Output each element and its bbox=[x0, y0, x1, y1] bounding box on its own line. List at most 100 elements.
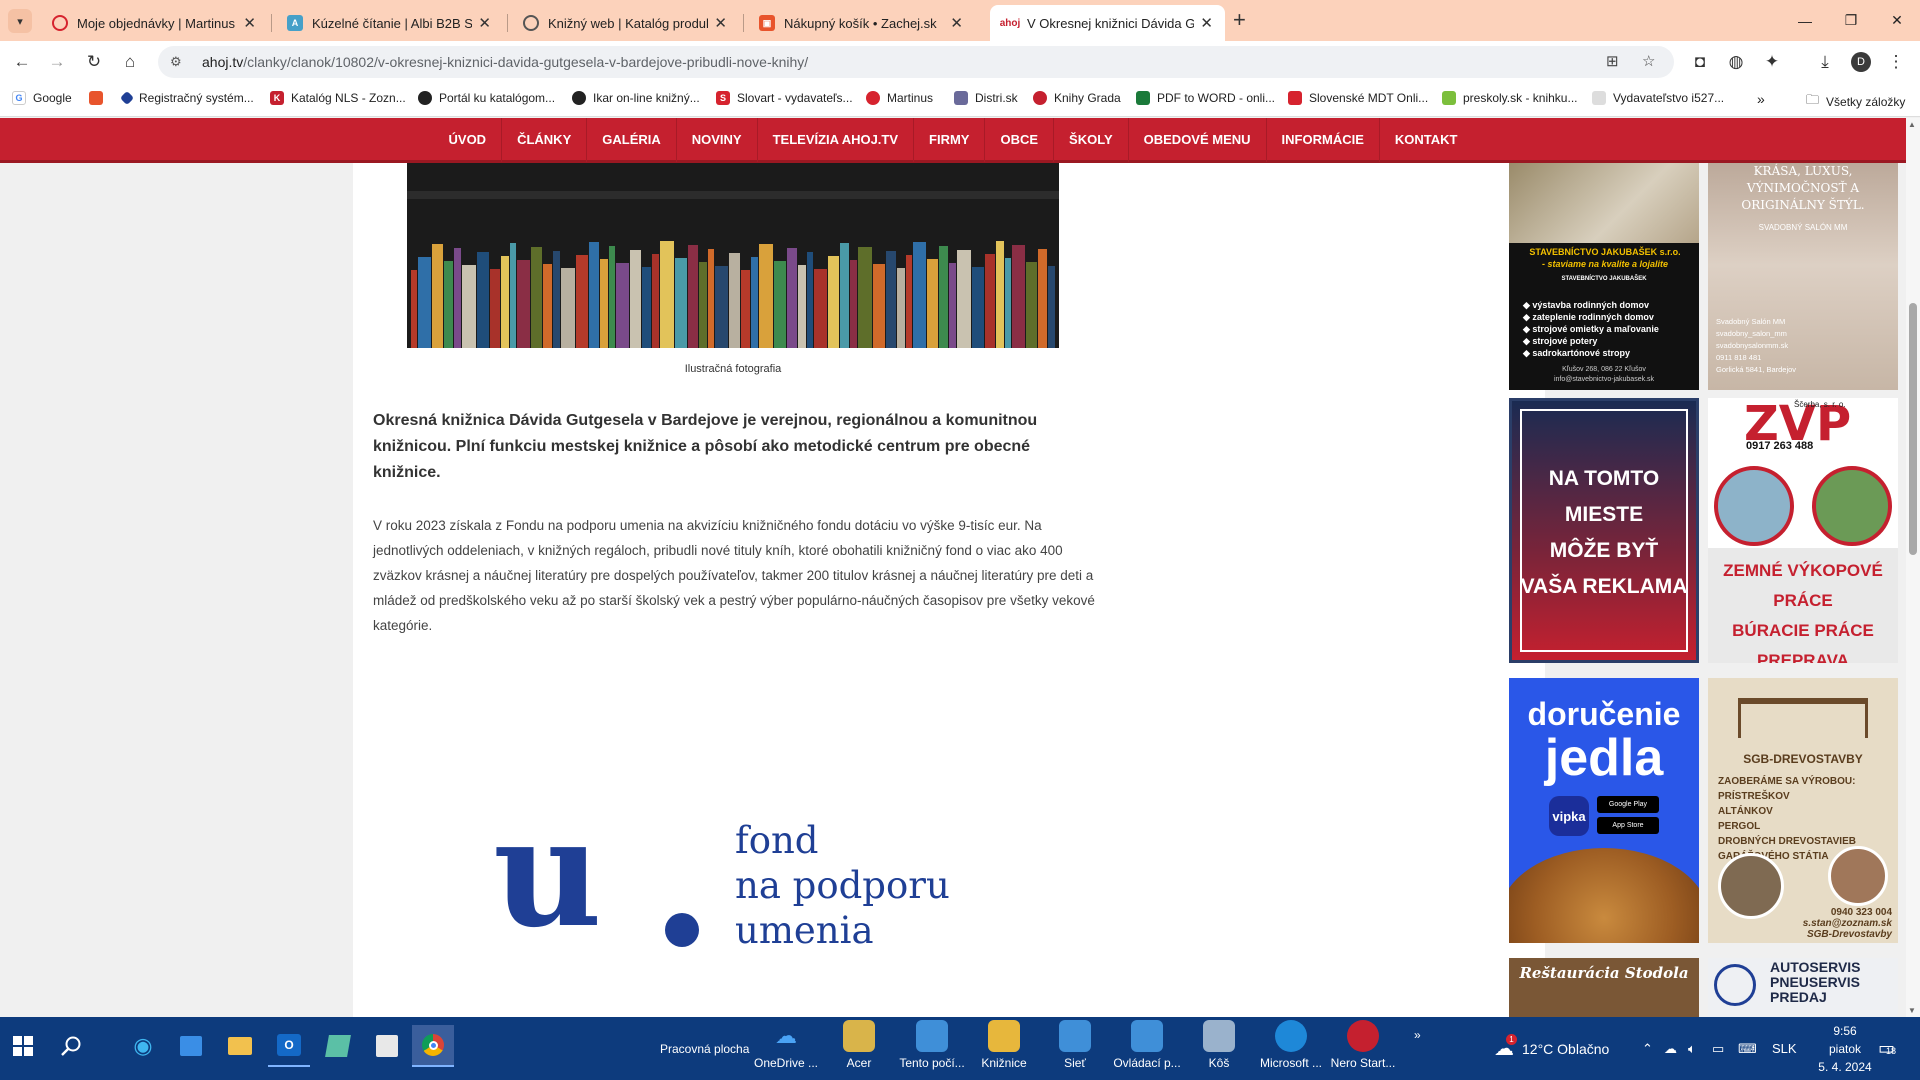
volume-icon[interactable]: 🔈︎ bbox=[1688, 1017, 1696, 1080]
bookmark-google[interactable]: G Google bbox=[12, 91, 72, 105]
ad-autoservis[interactable]: AUTOSERVIS PNEUSERVIS PREDAJ bbox=[1708, 958, 1898, 1017]
tab-knizny-web[interactable]: Knižný web | Katalóg produktov ✕ bbox=[511, 5, 739, 41]
minimize-button[interactable]: — bbox=[1782, 0, 1828, 41]
home-button[interactable]: ⌂ bbox=[117, 49, 143, 75]
layers-pinned-icon[interactable] bbox=[317, 1025, 359, 1067]
taskbar-app-edge[interactable]: Microsoft ... bbox=[1254, 1020, 1328, 1070]
search-icon[interactable] bbox=[50, 1025, 92, 1067]
menu-kebab-icon[interactable]: ⋮ bbox=[1883, 49, 1909, 75]
tab-search-button[interactable]: ▾ bbox=[8, 9, 32, 33]
desktop-toolbar-label[interactable]: Pracovná plocha bbox=[660, 1017, 749, 1080]
bookmark-ikar[interactable]: Ikar on-line knižný... bbox=[572, 91, 700, 105]
taskbar-app-network[interactable]: Sieť bbox=[1038, 1020, 1112, 1070]
nav-obedove-menu[interactable]: OBEDOVÉ MENU bbox=[1129, 118, 1267, 162]
ad-vipka-dorucenie-jedla[interactable]: doručenie jedla vipka Google Play App St… bbox=[1509, 678, 1699, 943]
taskbar-app-this-pc[interactable]: Tento počí... bbox=[895, 1020, 969, 1070]
scroll-down-arrow-icon[interactable]: ▼ bbox=[1908, 1006, 1916, 1015]
nav-kontakt[interactable]: KONTAKT bbox=[1380, 118, 1473, 162]
bookmark-i527[interactable]: Vydavateľstvo i527... bbox=[1592, 91, 1724, 105]
taskbar-app-acer[interactable]: Acer bbox=[822, 1020, 896, 1070]
reload-button[interactable]: ↻ bbox=[81, 49, 107, 75]
extensions-puzzle-icon[interactable]: ✦ bbox=[1759, 49, 1785, 75]
google-play-badge[interactable]: Google Play bbox=[1597, 796, 1659, 813]
close-window-button[interactable]: ✕ bbox=[1874, 0, 1920, 41]
bookmark-registracny[interactable]: Registračný systém... bbox=[119, 90, 254, 106]
restore-button[interactable]: ❐ bbox=[1828, 0, 1874, 41]
tab-martinus[interactable]: Moje objednávky | Martinus ✕ bbox=[40, 5, 268, 41]
all-bookmarks-button[interactable]: 🗀 Všetky záložky bbox=[1806, 91, 1905, 113]
nav-galeria[interactable]: GALÉRIA bbox=[587, 118, 677, 162]
bookmark-pdf2word[interactable]: PDF to WORD - onli... bbox=[1136, 91, 1275, 105]
close-tab-icon[interactable]: ✕ bbox=[243, 14, 256, 32]
keyboard-icon[interactable]: ⌨ bbox=[1738, 1017, 1757, 1080]
nav-obce[interactable]: OBCE bbox=[985, 118, 1055, 162]
app-store-badge[interactable]: App Store bbox=[1597, 817, 1659, 834]
ad-stavebnictvo-jakubasek[interactable]: STAVEBNÍCTVO JAKUBAŠEK s.r.o. - staviame… bbox=[1509, 163, 1699, 390]
taskbar-app-control-panel[interactable]: Ovládací p... bbox=[1110, 1020, 1184, 1070]
bookmark-star-icon[interactable]: ☆ bbox=[1642, 52, 1655, 70]
scroll-up-arrow-icon[interactable]: ▲ bbox=[1908, 120, 1916, 129]
close-tab-icon[interactable]: ✕ bbox=[478, 14, 491, 32]
chrome-pinned-icon[interactable] bbox=[412, 1025, 454, 1067]
tab-zachej[interactable]: ▣ Nákupný košík • Zachej.sk ✕ bbox=[747, 5, 975, 41]
clock[interactable]: 9:56 piatok 5. 4. 2024 bbox=[1810, 1017, 1920, 1080]
close-tab-icon[interactable]: ✕ bbox=[950, 14, 963, 32]
library-pinned-icon[interactable] bbox=[366, 1025, 408, 1067]
close-tab-icon[interactable]: ✕ bbox=[1200, 14, 1213, 32]
url-text[interactable]: ahoj.tv/clanky/clanok/10802/v-okresnej-k… bbox=[202, 54, 808, 70]
bookmark-unnamed[interactable] bbox=[89, 91, 110, 105]
bookmark-preskoly[interactable]: preskoly.sk - knihku... bbox=[1442, 91, 1577, 105]
bookmark-portal[interactable]: Portál ku katalógom... bbox=[418, 91, 555, 105]
scrollbar-thumb[interactable] bbox=[1909, 303, 1917, 555]
outlook-pinned-icon[interactable]: O bbox=[268, 1025, 310, 1067]
forward-button[interactable]: → bbox=[44, 49, 70, 75]
taskbar-app-recycle-bin[interactable]: Kôš bbox=[1182, 1020, 1256, 1070]
tab-albi[interactable]: A Kúzelné čítanie | Albi B2B SK ✕ bbox=[275, 5, 503, 41]
taskbar-app-libraries[interactable]: Knižnice bbox=[967, 1020, 1041, 1070]
ad-restauracia-stodola[interactable]: Reštaurácia Stodola bbox=[1509, 958, 1699, 1017]
notification-center-icon[interactable]: ▭ 18 bbox=[1878, 1017, 1896, 1080]
nav-clanky[interactable]: ČLÁNKY bbox=[502, 118, 588, 162]
network-tray-icon[interactable]: ▭ bbox=[1712, 1017, 1724, 1080]
screenshot-icon[interactable]: ◘ bbox=[1687, 49, 1713, 75]
start-windows-icon[interactable] bbox=[2, 1025, 44, 1067]
more-bookmarks-chevron-icon[interactable]: » bbox=[1757, 91, 1765, 107]
bookmark-distri[interactable]: Distri.sk bbox=[954, 91, 1018, 105]
tab-ahoj-active[interactable]: ahoj V Okresnej knižnici Dávida Gutg ✕ bbox=[990, 5, 1225, 41]
ad-sgb-drevostavby[interactable]: SGB-DREVOSTAVBY ZAOBERÁME SA VÝROBOU: PR… bbox=[1708, 678, 1898, 943]
close-tab-icon[interactable]: ✕ bbox=[714, 14, 727, 32]
edge-pinned-icon[interactable]: ◉ bbox=[122, 1025, 164, 1067]
tray-expand-chevron-icon[interactable]: ⌃ bbox=[1642, 1017, 1653, 1080]
nav-skoly[interactable]: ŠKOLY bbox=[1054, 118, 1129, 162]
install-app-icon[interactable]: ⊞ bbox=[1606, 52, 1619, 70]
site-info-icon[interactable]: ⚙ bbox=[170, 54, 188, 70]
ad-zvp-scerba[interactable]: ZVP Ščerba, s. r. o. 0917 263 488 ZEMNÉ … bbox=[1708, 398, 1898, 663]
page-scrollbar[interactable]: ▲ ▼ bbox=[1906, 118, 1920, 1017]
language-indicator[interactable]: SLK bbox=[1772, 1017, 1797, 1080]
bookmark-martinus[interactable]: Martinus bbox=[866, 91, 933, 105]
profile-avatar[interactable]: D bbox=[1848, 49, 1874, 75]
weather-widget[interactable]: ☁ 1 12°C Oblačno bbox=[1494, 1017, 1609, 1080]
bookmark-slovart[interactable]: S Slovart - vydavateľs... bbox=[716, 91, 853, 105]
extension-shield-icon[interactable]: ◍ bbox=[1723, 49, 1749, 75]
ad-placeholder-vasa-reklama[interactable]: NA TOMTO MIESTE MÔŽE BYŤ VAŠA REKLAMA bbox=[1509, 398, 1699, 663]
address-bar[interactable]: ⚙ ahoj.tv/clanky/clanok/10802/v-okresnej… bbox=[158, 46, 1674, 78]
taskbar-app-onedrive[interactable]: ☁ OneDrive ... bbox=[749, 1020, 823, 1070]
ad-svadobny-salon[interactable]: KRÁSA, LUXUS, VÝNIMOČNOSŤ A ORIGINÁLNY Š… bbox=[1708, 163, 1898, 390]
back-button[interactable]: ← bbox=[9, 49, 35, 75]
bookmark-nls[interactable]: K Katalóg NLS - Zozn... bbox=[270, 91, 406, 105]
nav-televizia[interactable]: TELEVÍZIA AHOJ.TV bbox=[758, 118, 915, 162]
onedrive-tray-icon[interactable]: ☁ bbox=[1664, 1017, 1677, 1080]
nav-uvod[interactable]: ÚVOD bbox=[434, 118, 503, 162]
download-icon[interactable]: ⤓ bbox=[1812, 49, 1838, 75]
nav-informacie[interactable]: INFORMÁCIE bbox=[1267, 118, 1380, 162]
explorer-pinned-icon[interactable] bbox=[219, 1025, 261, 1067]
toolbar-overflow-chevron-icon[interactable]: » bbox=[1414, 1003, 1421, 1066]
new-tab-button[interactable]: + bbox=[1233, 9, 1246, 31]
store-pinned-icon[interactable] bbox=[170, 1025, 212, 1067]
nav-noviny[interactable]: NOVINY bbox=[677, 118, 758, 162]
nav-firmy[interactable]: FIRMY bbox=[914, 118, 986, 162]
bookmark-grada[interactable]: Knihy Grada bbox=[1033, 91, 1121, 105]
bookmark-mdt[interactable]: Slovenské MDT Onli... bbox=[1288, 91, 1428, 105]
taskbar-app-nero[interactable]: Nero Start... bbox=[1326, 1020, 1400, 1070]
